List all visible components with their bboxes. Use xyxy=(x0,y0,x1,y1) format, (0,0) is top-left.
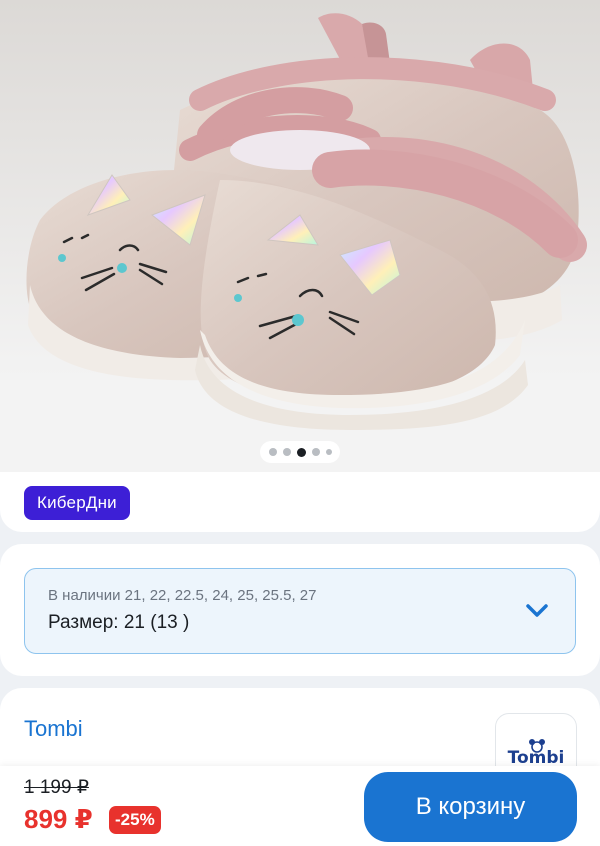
carousel-dot-active[interactable] xyxy=(296,447,306,457)
carousel-dot[interactable] xyxy=(282,448,291,456)
size-selected-value: Размер: 21 (13 ) xyxy=(48,612,190,633)
carousel-dot[interactable] xyxy=(268,448,277,456)
brand-logo-text: Tombi xyxy=(507,748,565,768)
product-image-carousel[interactable] xyxy=(0,0,600,472)
carousel-indicator[interactable] xyxy=(260,441,340,463)
carousel-dot[interactable] xyxy=(325,449,332,455)
carousel-dot[interactable] xyxy=(311,448,320,456)
brand-link[interactable]: Tombi xyxy=(24,716,83,742)
old-price: 1 199 ₽ xyxy=(24,777,89,798)
size-availability: В наличии 21, 22, 22.5, 24, 25, 25.5, 27 xyxy=(48,587,317,604)
promo-badge[interactable]: КиберДни xyxy=(24,486,130,520)
add-to-cart-button[interactable]: В корзину xyxy=(364,772,577,842)
promo-section: КиберДни xyxy=(0,472,600,532)
product-photo xyxy=(0,0,600,472)
sale-price: 899 ₽ xyxy=(24,804,93,834)
size-section: В наличии 21, 22, 22.5, 24, 25, 25.5, 27… xyxy=(0,544,600,676)
purchase-bar: 1 199 ₽ 899 ₽ -25% В корзину xyxy=(0,766,600,846)
discount-badge: -25% xyxy=(109,806,161,834)
size-select[interactable]: В наличии 21, 22, 22.5, 24, 25, 25.5, 27… xyxy=(24,568,576,654)
chevron-down-icon[interactable] xyxy=(525,602,549,620)
